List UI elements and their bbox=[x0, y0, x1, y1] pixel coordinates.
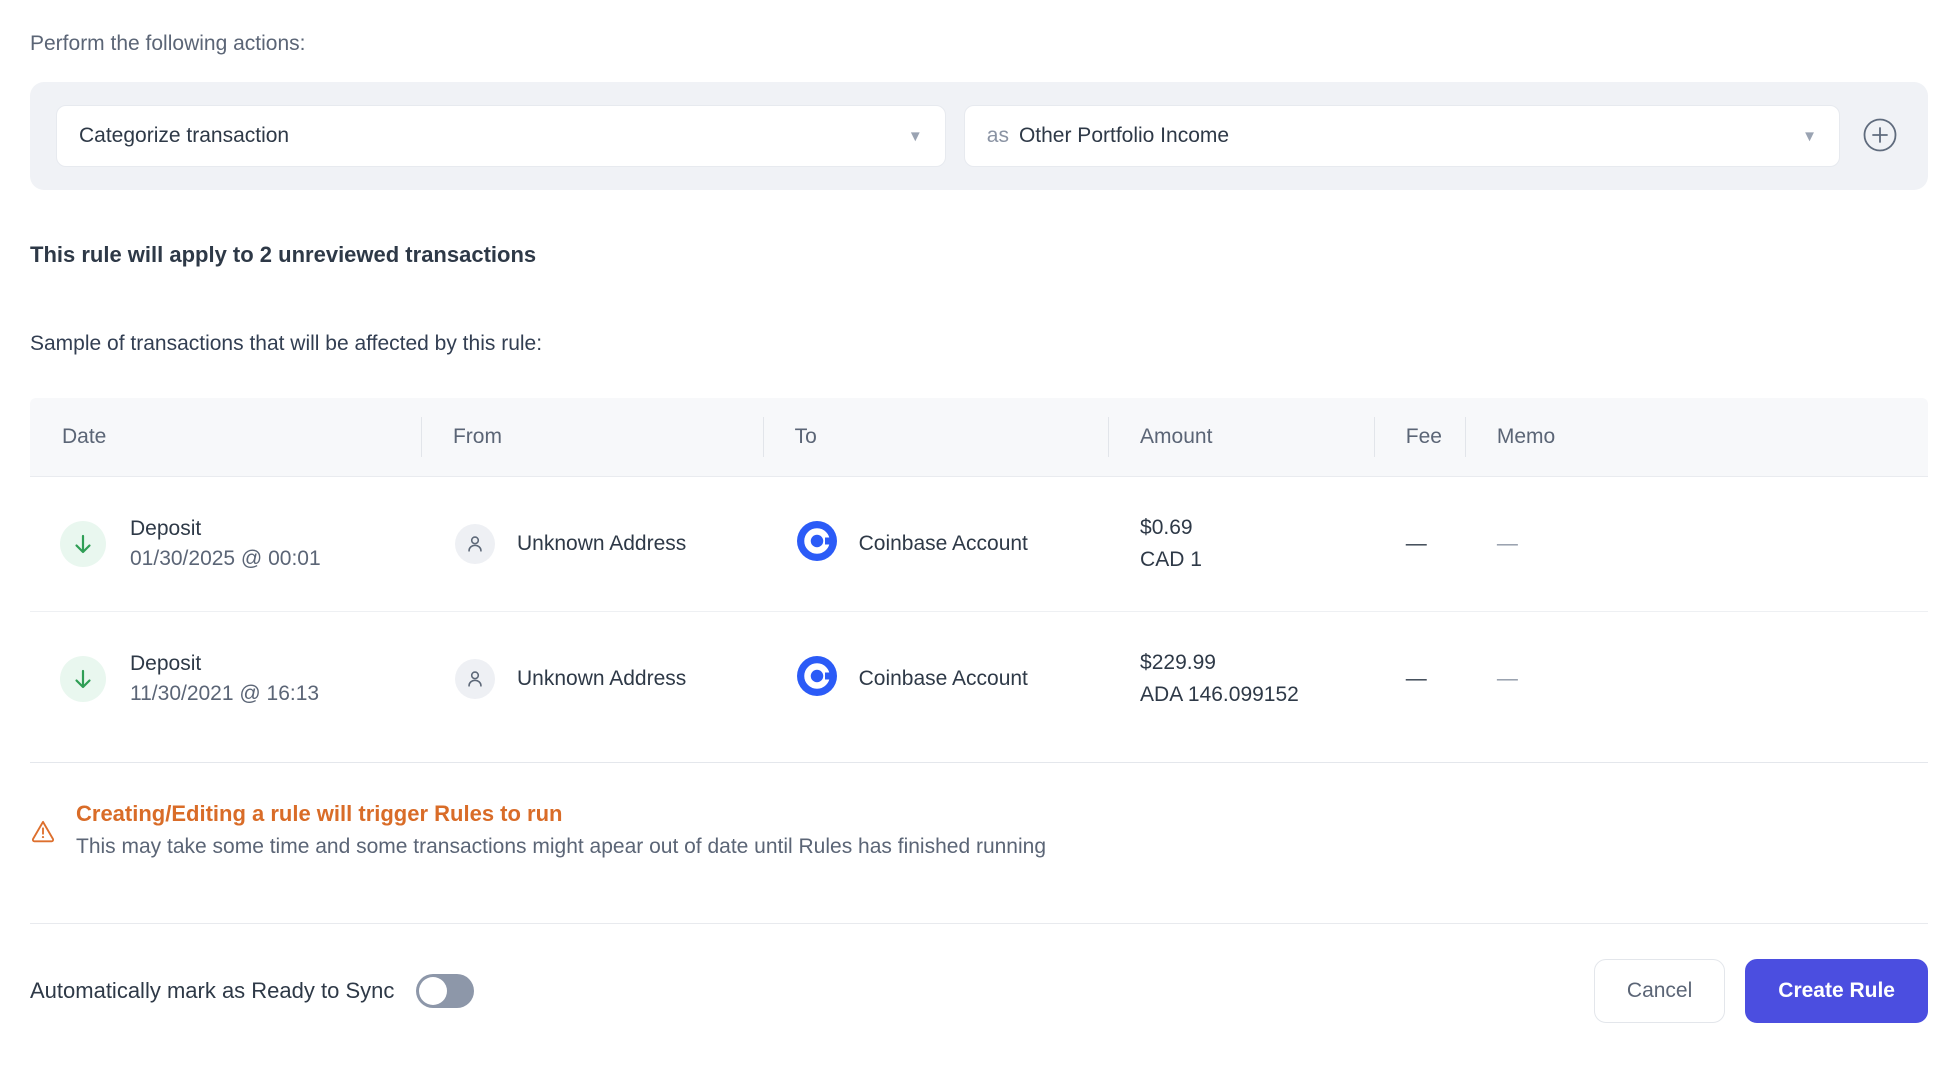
transaction-type: Deposit bbox=[130, 651, 202, 675]
category-select[interactable]: as Other Portfolio Income ▼ bbox=[963, 105, 1840, 167]
chevron-down-icon: ▼ bbox=[1802, 127, 1817, 145]
table-row: Deposit 11/30/2021 @ 16:13 Unknown Addre… bbox=[30, 611, 1928, 745]
unknown-address-icon bbox=[454, 658, 495, 699]
from-account: Unknown Address bbox=[516, 532, 687, 555]
chevron-down-icon: ▼ bbox=[907, 127, 923, 145]
deposit-arrow-icon bbox=[60, 655, 106, 702]
amount-fiat: $229.99 bbox=[1140, 650, 1216, 674]
fee-value: — bbox=[1405, 532, 1427, 555]
cancel-button[interactable]: Cancel bbox=[1593, 959, 1726, 1023]
warning-description: This may take some time and some transac… bbox=[76, 835, 1047, 858]
coinbase-icon bbox=[796, 655, 837, 702]
sample-transactions-label: Sample of transactions that will be affe… bbox=[30, 332, 543, 355]
column-header-amount: Amount bbox=[1108, 398, 1374, 476]
category-select-prefix: as bbox=[986, 124, 1009, 147]
actions-section-label: Perform the following actions: bbox=[30, 32, 306, 55]
coinbase-icon bbox=[796, 521, 837, 567]
amount-crypto: CAD 1 bbox=[1140, 548, 1202, 571]
table-row: Deposit 01/30/2025 @ 00:01 Unknown Addre… bbox=[30, 477, 1928, 611]
sample-transactions-table: Date From To Amount Fee Memo Deposit 01/… bbox=[30, 398, 1928, 763]
add-action-button[interactable] bbox=[1858, 114, 1902, 158]
column-header-fee: Fee bbox=[1373, 398, 1465, 476]
category-select-value: Other Portfolio Income bbox=[1018, 124, 1230, 147]
rules-run-warning: Creating/Editing a rule will trigger Rul… bbox=[30, 801, 1928, 859]
ready-to-sync-label: Automatically mark as Ready to Sync bbox=[30, 978, 395, 1003]
memo-value: — bbox=[1496, 666, 1518, 690]
deposit-arrow-icon bbox=[60, 521, 106, 567]
to-account: Coinbase Account bbox=[858, 532, 1028, 555]
to-account: Coinbase Account bbox=[858, 666, 1028, 690]
amount-crypto: ADA 146.099152 bbox=[1140, 682, 1299, 706]
column-header-memo: Memo bbox=[1464, 398, 1928, 476]
rule-summary-text: This rule will apply to 2 unreviewed tra… bbox=[30, 242, 537, 267]
column-header-from: From bbox=[420, 398, 763, 476]
memo-value: — bbox=[1496, 532, 1518, 555]
create-rule-dialog: Perform the following actions: Categoriz… bbox=[0, 0, 1958, 1068]
from-account: Unknown Address bbox=[516, 666, 687, 690]
amount-fiat: $0.69 bbox=[1140, 516, 1193, 539]
transaction-datetime: 01/30/2025 @ 00:01 bbox=[130, 547, 321, 570]
ready-to-sync-toggle[interactable] bbox=[416, 974, 475, 1008]
action-type-select[interactable]: Categorize transaction ▼ bbox=[56, 105, 946, 167]
transaction-type: Deposit bbox=[130, 517, 202, 540]
action-type-value: Categorize transaction bbox=[79, 124, 290, 147]
column-header-to: To bbox=[762, 398, 1108, 476]
create-rule-button[interactable]: Create Rule bbox=[1745, 959, 1928, 1023]
table-header-row: Date From To Amount Fee Memo bbox=[30, 398, 1928, 477]
fee-value: — bbox=[1405, 666, 1427, 690]
warning-triangle-icon bbox=[30, 818, 56, 849]
toggle-knob bbox=[419, 977, 448, 1005]
column-header-date: Date bbox=[62, 425, 107, 448]
unknown-address-icon bbox=[454, 524, 495, 564]
action-row-panel: Categorize transaction ▼ as Other Portfo… bbox=[30, 82, 1928, 190]
footer-bar: Automatically mark as Ready to Sync Canc… bbox=[30, 924, 1928, 1058]
transaction-datetime: 11/30/2021 @ 16:13 bbox=[130, 681, 320, 705]
warning-title: Creating/Editing a rule will trigger Rul… bbox=[76, 801, 563, 826]
plus-circle-icon bbox=[1862, 117, 1898, 156]
